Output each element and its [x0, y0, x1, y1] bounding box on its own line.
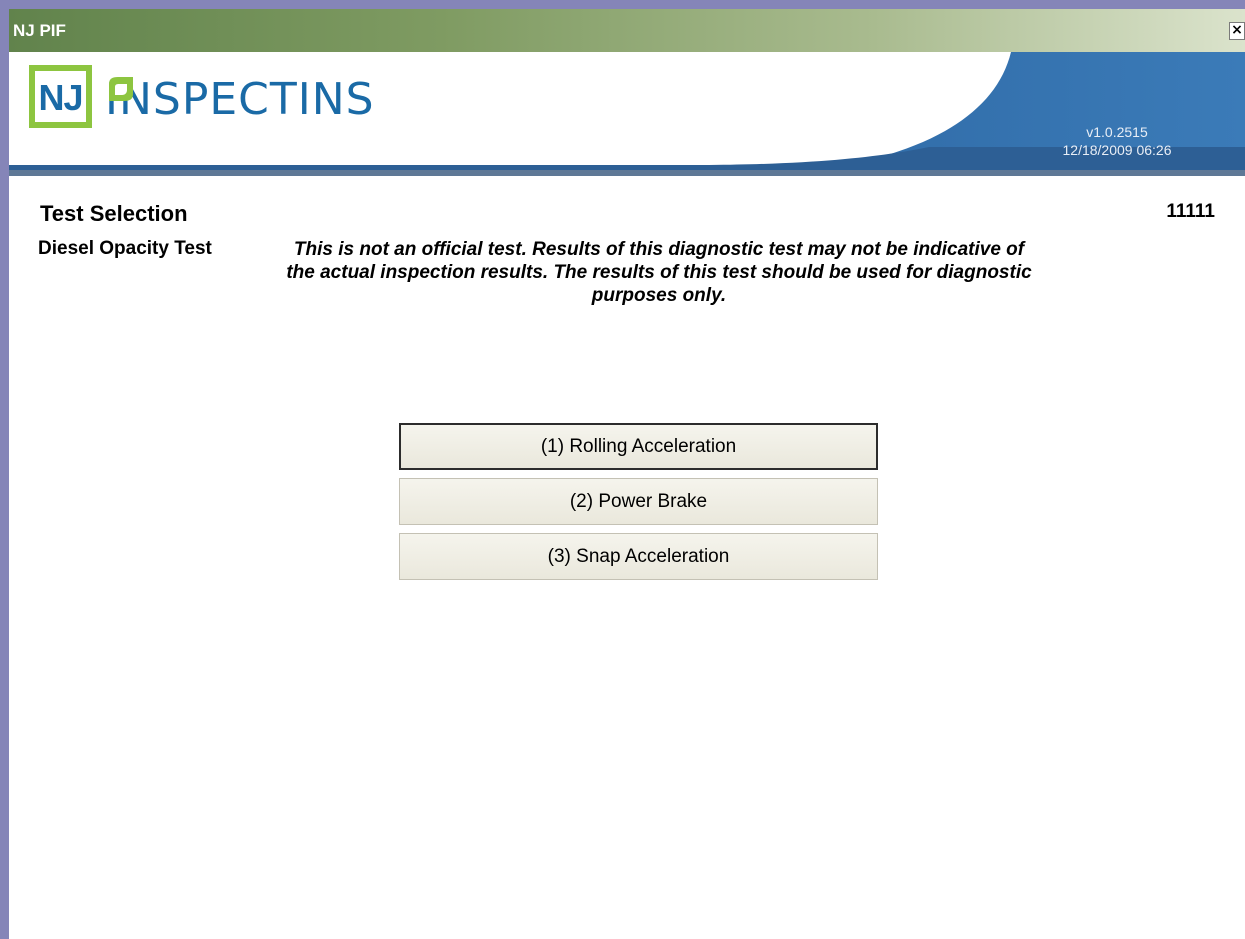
nj-logo-mark: NJ — [29, 65, 92, 128]
window-title: NJ PIF — [13, 21, 66, 40]
disclaimer-text: This is not an official test. Results of… — [286, 239, 1032, 306]
app-header: NJ INSPECTI NS v1.0.2515 12/18/2009 06:2… — [9, 52, 1245, 176]
version-number: v1.0.2515 — [1086, 124, 1148, 140]
logo-word-text: INSPECTI — [105, 74, 312, 125]
version-info: v1.0.2515 12/18/2009 06:26 — [1047, 123, 1187, 159]
title-bar: NJ PIF × — [9, 9, 1245, 52]
test-type-label: Diesel Opacity Test — [38, 238, 212, 259]
snap-acceleration-button[interactable]: (3) Snap Acceleration — [399, 533, 878, 580]
logo-wordmark: INSPECTI NS — [105, 74, 375, 125]
application-window: NJ PIF × NJ INSPECTI NS v1.0.2515 12/18/… — [0, 0, 1245, 939]
leaf-o-icon — [109, 77, 133, 101]
logo-word-tail: NS — [311, 74, 375, 125]
header-datetime: 12/18/2009 06:26 — [1062, 142, 1172, 158]
logo-mark-text: NJ — [38, 77, 83, 118]
close-button[interactable]: × — [1229, 22, 1245, 40]
page-title: Test Selection — [40, 201, 188, 226]
rolling-acceleration-button[interactable]: (1) Rolling Acceleration — [399, 423, 878, 470]
station-id: 11111 — [1166, 201, 1215, 222]
power-brake-button[interactable]: (2) Power Brake — [399, 478, 878, 525]
